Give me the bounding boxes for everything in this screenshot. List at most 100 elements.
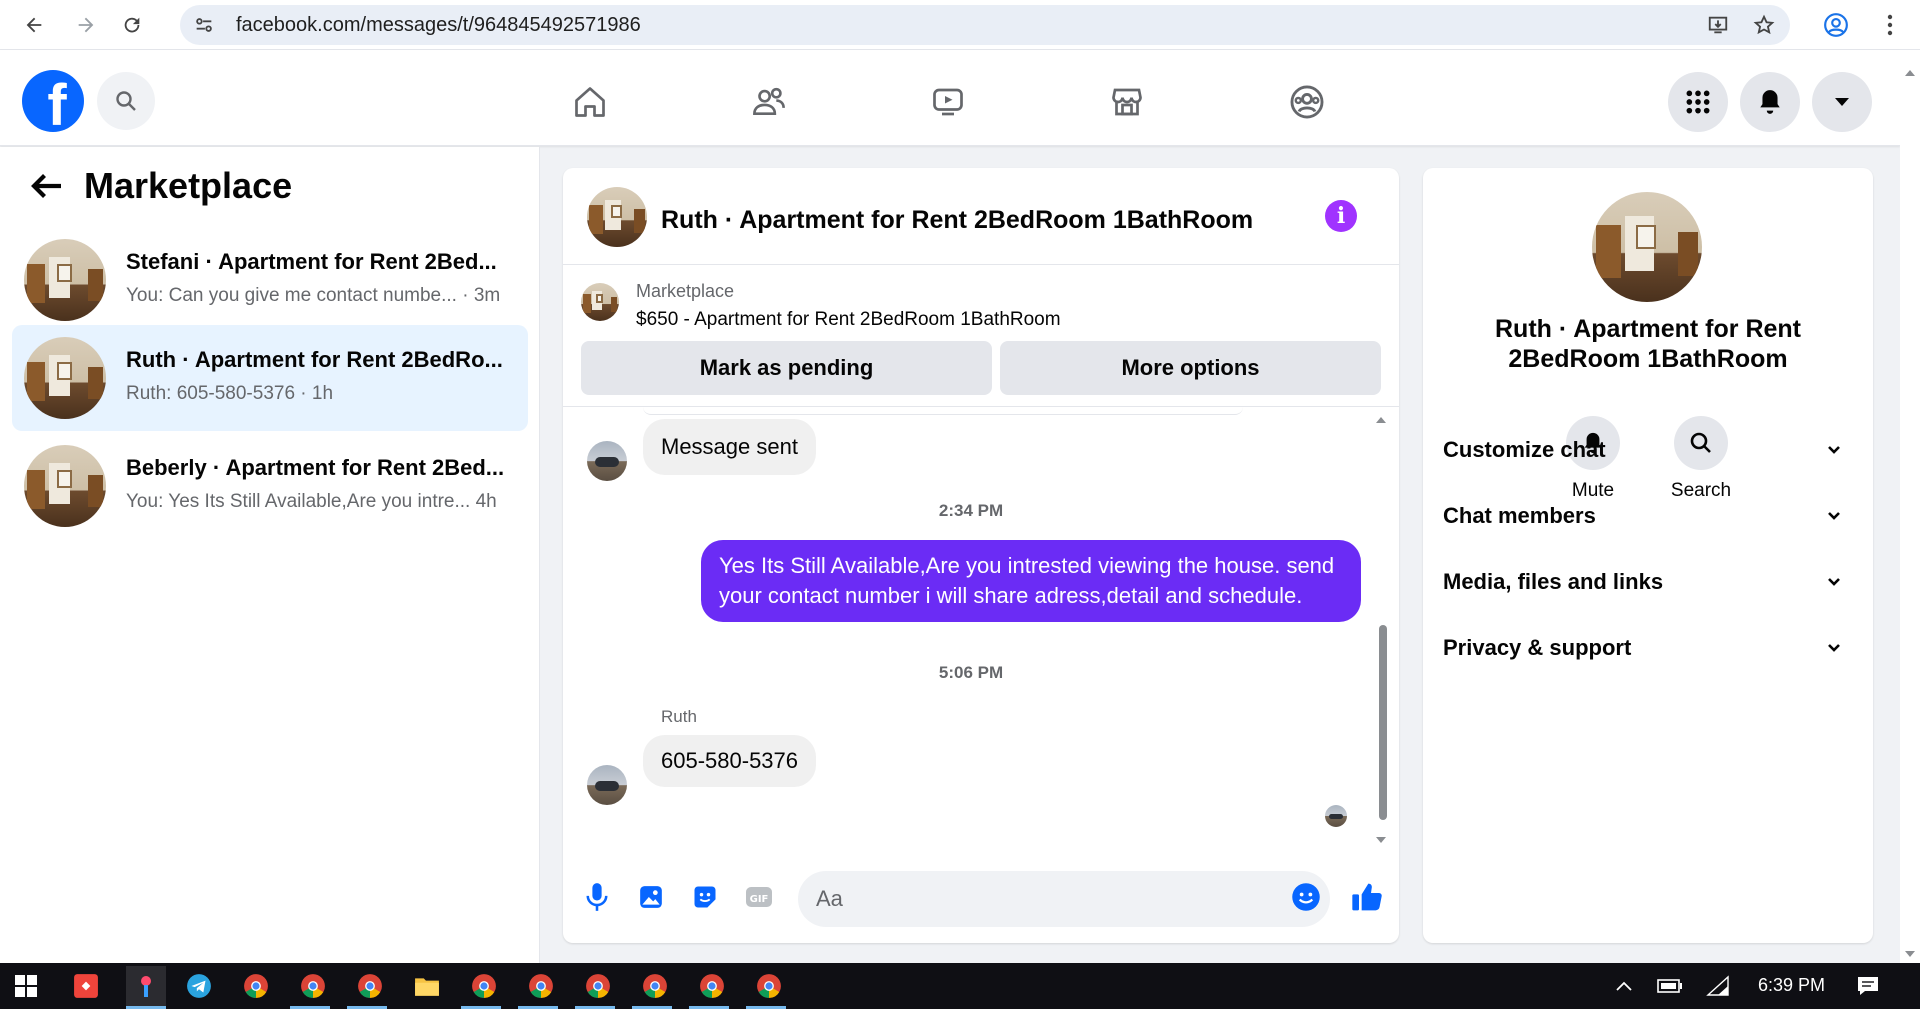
scrollbar-thumb[interactable] — [1379, 625, 1387, 820]
chrome-icon[interactable] — [525, 970, 557, 1002]
privacy-support-section[interactable]: Privacy & support — [1443, 620, 1853, 676]
chevron-down-icon — [1828, 512, 1840, 520]
reload-icon[interactable] — [112, 5, 152, 45]
notifications-bell-icon[interactable] — [1740, 72, 1800, 132]
conversation-name: Beberly · Apartment for Rent 2Bed... — [126, 455, 505, 480]
chrome-icon[interactable] — [297, 970, 329, 1002]
microphone-icon[interactable] — [579, 879, 615, 915]
avatar — [24, 337, 106, 419]
chevron-down-icon — [1828, 644, 1840, 652]
chevron-down-icon — [1828, 446, 1840, 454]
chat-title[interactable]: Ruth · Apartment for Rent 2BedRoom 1Bath… — [661, 206, 1253, 235]
photo-icon[interactable] — [633, 879, 669, 915]
site-settings-icon[interactable] — [186, 7, 222, 43]
more-options-button[interactable]: More options — [1000, 341, 1381, 395]
home-icon[interactable] — [562, 74, 618, 130]
friends-icon[interactable] — [741, 74, 797, 130]
chrome-icon[interactable] — [468, 970, 500, 1002]
chrome-icon[interactable] — [354, 970, 386, 1002]
notification-center-icon[interactable] — [1852, 970, 1884, 1002]
message-bubble-incoming[interactable]: 605-580-5376 — [643, 735, 817, 787]
chrome-icon[interactable] — [696, 970, 728, 1002]
sender-avatar — [587, 441, 627, 481]
svg-text:GIF: GIF — [750, 894, 769, 905]
message-bubble-outgoing[interactable]: Yes Its Still Available,Are you intreste… — [701, 540, 1361, 622]
file-explorer-icon[interactable] — [411, 970, 443, 1002]
message-bubble-incoming[interactable]: Message sent — [643, 419, 816, 475]
facebook-logo[interactable]: f — [22, 70, 84, 132]
profile-icon[interactable] — [1816, 5, 1856, 45]
marketplace-label: Marketplace — [636, 281, 735, 301]
message-composer: GIF — [563, 857, 1399, 943]
contact-name: Ruth · Apartment for Rent 2BedRoom 1Bath… — [1495, 315, 1801, 373]
anydesk-icon[interactable] — [70, 970, 102, 1002]
like-thumbs-up-icon[interactable] — [1349, 879, 1385, 915]
avatar[interactable] — [587, 187, 647, 247]
chat-header: Ruth · Apartment for Rent 2BedRoom 1Bath… — [563, 168, 1399, 265]
conversation-preview: You: Can you give me contact numbe... · … — [126, 285, 501, 306]
section-label: Customize chat — [1443, 437, 1606, 462]
back-arrow-icon[interactable] — [28, 171, 64, 206]
account-chevron-down-icon[interactable] — [1812, 72, 1872, 132]
chrome-icon[interactable] — [639, 970, 671, 1002]
conversation-item-ruth[interactable]: Ruth · Apartment for Rent 2BedRo... Ruth… — [12, 325, 528, 431]
browser-menu-icon[interactable] — [1870, 5, 1910, 45]
search-icon[interactable] — [97, 72, 155, 130]
sender-name: Ruth — [661, 707, 697, 726]
chrome-icon[interactable] — [582, 970, 614, 1002]
chat-info-panel: Ruth · Apartment for Rent 2BedRoom 1Bath… — [1423, 168, 1873, 943]
info-icon[interactable]: i — [1325, 200, 1357, 232]
system-tray-chevron-up-icon[interactable] — [1608, 970, 1640, 1002]
marketplace-listing-strip: Marketplace $650 - Apartment for Rent 2B… — [563, 265, 1399, 407]
bookmark-star-icon[interactable] — [1748, 9, 1780, 41]
avatar[interactable] — [1592, 192, 1702, 302]
chevron-down-icon — [1828, 578, 1840, 586]
listing-title[interactable]: $650 - Apartment for Rent 2BedRoom 1Bath… — [636, 309, 1061, 331]
avatar — [24, 239, 106, 321]
install-app-icon[interactable] — [1702, 9, 1734, 41]
message-input[interactable] — [798, 871, 1330, 927]
chat-panel: Ruth · Apartment for Rent 2BedRoom 1Bath… — [563, 168, 1399, 943]
app-pinned-icon[interactable] — [126, 966, 166, 1006]
page-title: Marketplace — [84, 165, 293, 206]
seen-receipt-avatar — [1325, 805, 1347, 827]
address-bar[interactable]: facebook.com/messages/t/964845492571986 — [180, 5, 1790, 45]
conversation-item-beberly[interactable]: Beberly · Apartment for Rent 2Bed... You… — [12, 433, 528, 539]
back-arrow-icon[interactable] — [14, 5, 54, 45]
windows-start-icon[interactable] — [10, 970, 42, 1002]
mark-as-pending-button[interactable]: Mark as pending — [581, 341, 992, 395]
watch-video-icon[interactable] — [920, 74, 976, 130]
chrome-icon[interactable] — [753, 970, 785, 1002]
message-thread: Message sent 2:34 PM Yes Its Still Avail… — [563, 407, 1399, 847]
customize-chat-section[interactable]: Customize chat — [1443, 422, 1853, 478]
conversation-name: Ruth · Apartment for Rent 2BedRo... — [126, 347, 503, 372]
url-text[interactable]: facebook.com/messages/t/964845492571986 — [236, 14, 641, 37]
telegram-icon[interactable] — [183, 970, 215, 1002]
marketplace-store-icon[interactable] — [1099, 74, 1155, 130]
chrome-icon[interactable] — [240, 970, 272, 1002]
battery-icon[interactable] — [1654, 970, 1686, 1002]
listing-thumbnail[interactable] — [581, 283, 619, 321]
media-files-links-section[interactable]: Media, files and links — [1443, 554, 1853, 610]
page-scrollbar[interactable] — [1900, 50, 1920, 963]
forward-arrow-icon[interactable] — [66, 5, 106, 45]
groups-icon[interactable] — [1279, 74, 1335, 130]
avatar — [24, 445, 106, 527]
gif-icon[interactable]: GIF — [741, 879, 777, 915]
conversation-preview: You: Yes Its Still Available,Are you int… — [126, 491, 497, 512]
browser-toolbar: facebook.com/messages/t/964845492571986 — [0, 0, 1920, 50]
facebook-header: f — [0, 50, 1900, 146]
conversation-list-panel: Marketplace Stefani · Apartment for Rent… — [0, 147, 540, 963]
section-label: Media, files and links — [1443, 569, 1664, 594]
message-timestamp: 5:06 PM — [938, 663, 1004, 682]
menu-grid-icon[interactable] — [1668, 72, 1728, 132]
section-label: Chat members — [1443, 503, 1596, 528]
chat-members-section[interactable]: Chat members — [1443, 488, 1853, 544]
taskbar-clock[interactable]: 6:39 PM — [1758, 975, 1825, 996]
conversation-name: Stefani · Apartment for Rent 2Bed... — [126, 249, 497, 274]
emoji-icon[interactable] — [1288, 879, 1324, 915]
conversation-item-stefani[interactable]: Stefani · Apartment for Rent 2Bed... You… — [12, 227, 528, 333]
windows-taskbar: 6:39 PM — [0, 963, 1920, 1009]
wifi-icon[interactable] — [1702, 970, 1734, 1002]
sticker-icon[interactable] — [687, 879, 723, 915]
